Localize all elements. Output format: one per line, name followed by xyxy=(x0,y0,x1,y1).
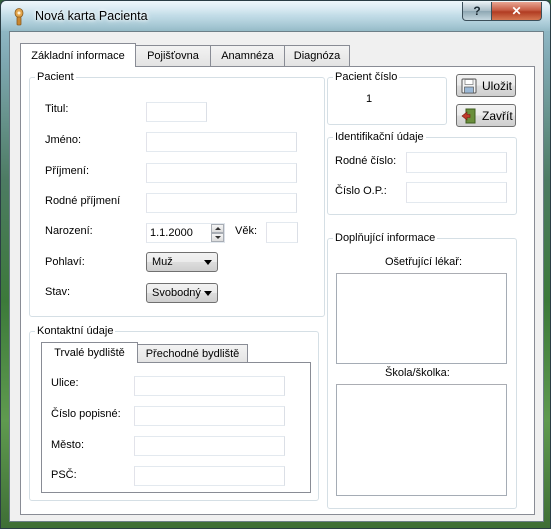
tab-anamneza[interactable]: Anamnéza xyxy=(210,45,285,66)
identifikacni-legend: Identifikační údaje xyxy=(335,131,424,143)
close-label: Zavřít xyxy=(482,108,513,123)
pacient-cislo-legend: Pacient číslo xyxy=(335,71,398,83)
lekar-label: Ošetřující lékař: xyxy=(385,256,463,268)
titul-input[interactable] xyxy=(146,102,207,122)
save-label: Uložit xyxy=(482,78,513,93)
spin-up-icon[interactable] xyxy=(211,224,224,233)
lekar-textarea[interactable] xyxy=(336,273,507,364)
floppy-disk-icon xyxy=(461,78,477,93)
jmeno-input[interactable] xyxy=(146,132,297,152)
rodne-prijmeni-input[interactable] xyxy=(146,193,297,213)
skola-label: Škola/školka: xyxy=(385,367,450,379)
doplnujici-legend: Doplňující informace xyxy=(335,232,436,244)
tab-trvale-bydliste[interactable]: Trvalé bydliště xyxy=(41,342,138,363)
stav-select[interactable]: Svobodný xyxy=(146,283,218,303)
tab-zakladni-informace[interactable]: Základní informace xyxy=(20,43,136,67)
jmeno-label: Jméno: xyxy=(45,134,82,146)
narozeni-date-picker[interactable]: 1.1.2000 xyxy=(146,223,225,243)
vek-input[interactable] xyxy=(266,222,298,243)
stav-label: Stav: xyxy=(45,286,71,298)
close-button[interactable]: Zavřít xyxy=(456,104,516,127)
ulice-input[interactable] xyxy=(134,376,285,396)
skola-textarea[interactable] xyxy=(336,384,507,496)
narozeni-label: Narození: xyxy=(45,225,93,237)
exit-door-icon xyxy=(461,108,476,123)
rodne-prijmeni-label: Rodné příjmení xyxy=(45,195,121,207)
chevron-down-icon xyxy=(204,291,212,296)
pacient-cislo-group: Pacient číslo xyxy=(327,71,447,125)
window-title: Nová karta Pacienta xyxy=(35,9,148,23)
titul-label: Titul: xyxy=(45,103,69,115)
ulice-label: Ulice: xyxy=(51,377,79,389)
mesto-input[interactable] xyxy=(134,436,285,456)
cislo-op-input[interactable] xyxy=(406,182,507,203)
psc-label: PSČ: xyxy=(51,469,77,481)
help-icon: ? xyxy=(473,4,481,18)
tab-pojistovna[interactable]: Pojišťovna xyxy=(135,45,211,66)
window-frame: Nová karta Pacienta ? ✕ Základní informa… xyxy=(0,0,551,529)
rodne-cislo-label: Rodné číslo: xyxy=(335,155,397,167)
tab-diagnoza[interactable]: Diagnóza xyxy=(284,45,350,66)
spin-down-icon[interactable] xyxy=(211,233,224,242)
client-area: Základní informace Pojišťovna Anamnéza D… xyxy=(9,31,544,522)
mesto-label: Město: xyxy=(51,439,85,451)
stav-value: Svobodný xyxy=(152,287,201,299)
pacient-legend: Pacient xyxy=(37,71,74,83)
tab-prechodne-bydliste[interactable]: Přechodné bydliště xyxy=(137,344,248,363)
pohlavi-value: Muž xyxy=(152,256,173,268)
save-button[interactable]: Uložit xyxy=(456,74,516,97)
narozeni-value: 1.1.2000 xyxy=(150,227,193,239)
window-close-button[interactable]: ✕ xyxy=(491,2,542,21)
cislo-op-label: Číslo O.P.: xyxy=(335,185,387,197)
prijmeni-label: Příjmení: xyxy=(45,165,90,177)
pohlavi-label: Pohlaví: xyxy=(45,256,85,268)
rodne-cislo-input[interactable] xyxy=(406,152,507,173)
kontakt-legend: Kontaktní údaje xyxy=(37,325,114,337)
prijmeni-input[interactable] xyxy=(146,163,297,183)
chevron-down-icon xyxy=(204,260,212,265)
cislo-popisne-input[interactable] xyxy=(134,406,285,426)
psc-input[interactable] xyxy=(134,466,285,486)
app-icon xyxy=(14,8,24,26)
pohlavi-select[interactable]: Muž xyxy=(146,252,218,272)
cislo-popisne-label: Číslo popisné: xyxy=(51,408,121,420)
help-button[interactable]: ? xyxy=(462,2,492,21)
tab-page-zakladni-informace: Pacient Titul: Jméno: Příjmení: Rodné př… xyxy=(20,66,535,515)
close-icon: ✕ xyxy=(511,4,522,18)
pacient-cislo-value: 1 xyxy=(366,93,373,105)
vek-label: Věk: xyxy=(235,225,258,237)
